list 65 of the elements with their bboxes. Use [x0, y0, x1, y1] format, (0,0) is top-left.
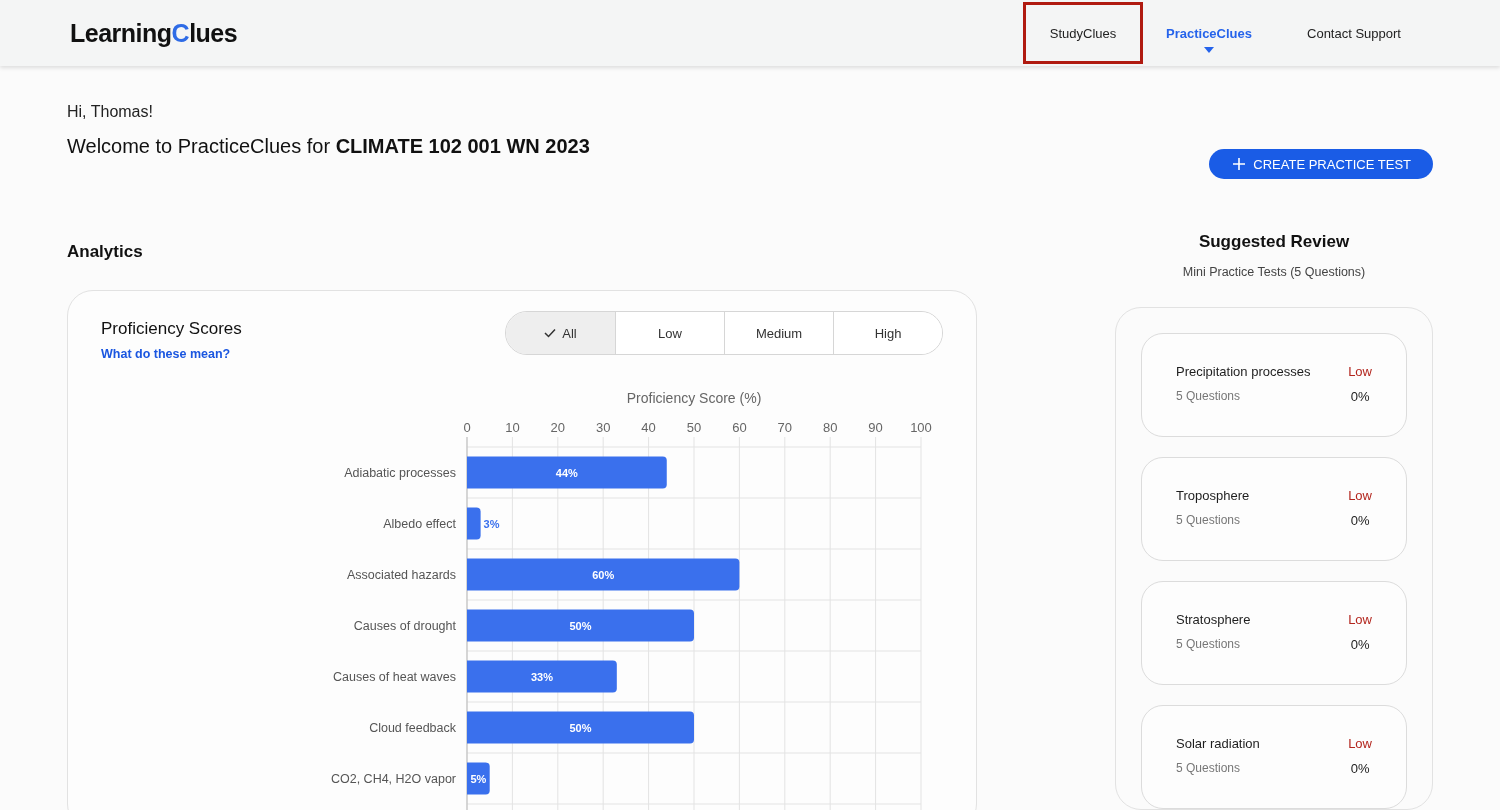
tick-label: 20 — [550, 420, 566, 435]
review-card[interactable]: Solar radiation Low 5 Questions 0% — [1141, 705, 1407, 809]
help-link[interactable]: What do these mean? — [101, 347, 231, 361]
category-label: Cloud feedback — [369, 721, 456, 735]
create-test-button[interactable]: CREATE PRACTICE TEST — [1209, 149, 1433, 179]
review-card[interactable]: Stratosphere Low 5 Questions 0% — [1141, 581, 1407, 685]
review-card[interactable]: Precipitation processes Low 5 Questions 0% — [1141, 333, 1407, 437]
topic-title: Troposphere — [1176, 488, 1251, 503]
tick-label: 40 — [641, 420, 656, 435]
bar — [467, 762, 490, 795]
tick-label: 80 — [822, 420, 838, 435]
bar — [467, 507, 481, 540]
card-title: Proficiency Scores — [101, 319, 242, 339]
level-label: Low — [1348, 736, 1372, 751]
nav-link[interactable]: Contact Support — [1275, 2, 1433, 64]
category-label: Causes of heat waves — [333, 670, 456, 684]
nav-link[interactable]: PracticeClues — [1143, 2, 1275, 64]
score-value: 0% — [1350, 761, 1370, 776]
question-count: 5 Questions — [1176, 513, 1242, 528]
data-label: 3% — [483, 517, 500, 530]
caret-icon — [1204, 47, 1214, 53]
tick-label: 10 — [505, 420, 520, 435]
score-value: 0% — [1350, 637, 1370, 652]
axis-title: Proficiency Score (%) — [626, 390, 762, 406]
review-card[interactable]: Troposphere Low 5 Questions 0% — [1141, 457, 1407, 561]
category-label: Causes of drought — [353, 619, 456, 633]
score-value: 0% — [1350, 513, 1370, 528]
logo: LearningClues — [70, 18, 238, 48]
data-label: 60% — [592, 568, 615, 581]
section-subtitle: Mini Practice Tests (5 Questions) — [1182, 265, 1366, 279]
data-label: 50% — [569, 619, 592, 632]
question-count: 5 Questions — [1176, 761, 1242, 776]
tick-label: 50 — [686, 420, 702, 435]
category-label: Albedo effect — [383, 517, 456, 531]
question-count: 5 Questions — [1176, 389, 1242, 404]
data-label: 33% — [530, 670, 553, 683]
score-value: 0% — [1350, 389, 1370, 404]
tick-label: 70 — [777, 420, 793, 435]
tick-label: 60 — [732, 420, 747, 435]
check-icon — [544, 328, 557, 338]
welcome-message: Welcome to PracticeClues for CLIMATE 102 001 WN 2023 — [67, 135, 591, 158]
level-label: Low — [1348, 488, 1372, 503]
filter-tab[interactable]: High — [833, 312, 942, 354]
plus-icon — [1233, 158, 1246, 170]
category-label: Adiabatic processes — [344, 466, 456, 480]
section-title: Suggested Review — [1198, 232, 1350, 252]
tick-label: 100 — [910, 420, 932, 435]
category-label: CO2, CH4, H2O vapor — [330, 772, 456, 786]
section-title: Analytics — [67, 242, 144, 262]
data-label: 44% — [555, 466, 578, 479]
level-label: Low — [1348, 612, 1372, 627]
topic-title: Stratosphere — [1176, 612, 1252, 627]
topic-title: Precipitation processes — [1176, 364, 1312, 379]
tick-label: 90 — [868, 420, 883, 435]
filter-tab[interactable]: All — [506, 312, 615, 354]
greeting: Hi, Thomas! — [67, 103, 154, 121]
tick-label: 30 — [595, 420, 611, 435]
nav-link[interactable]: StudyClues — [1023, 2, 1143, 64]
level-label: Low — [1348, 364, 1372, 379]
data-label: 5% — [470, 772, 487, 785]
question-count: 5 Questions — [1176, 637, 1242, 652]
category-label: Associated hazards — [346, 568, 456, 582]
topic-title: Solar radiation — [1176, 736, 1261, 751]
tick-label: 0 — [463, 420, 471, 435]
data-label: 50% — [569, 721, 592, 734]
